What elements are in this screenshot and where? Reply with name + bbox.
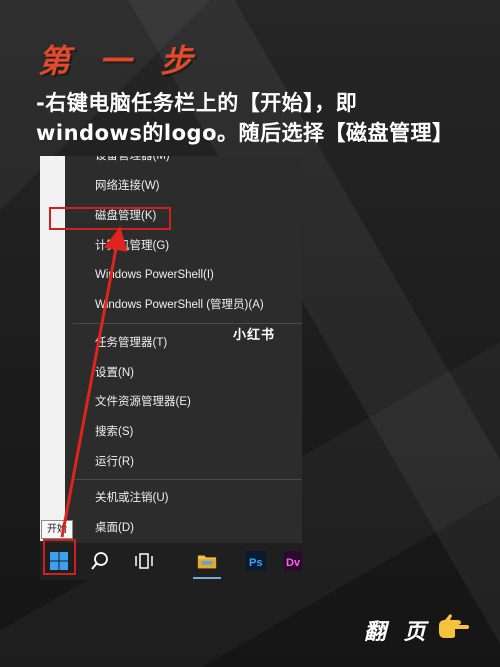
dreamweaver-icon[interactable]: Dv bbox=[284, 551, 302, 571]
menu-item-run[interactable]: 运行(R) bbox=[95, 451, 134, 473]
photoshop-icon[interactable]: Ps bbox=[246, 551, 266, 571]
menu-item-shutdown[interactable]: 关机或注销(U) bbox=[95, 487, 168, 509]
svg-text:Dv: Dv bbox=[286, 557, 301, 569]
menu-item-device-manager[interactable]: 设备管理器(M) bbox=[95, 156, 170, 167]
task-view-icon[interactable] bbox=[134, 551, 154, 571]
active-app-indicator bbox=[193, 577, 221, 579]
menu-item-computer-management[interactable]: 计算机管理(G) bbox=[95, 235, 169, 257]
menu-item-file-explorer[interactable]: 文件资源管理器(E) bbox=[95, 391, 191, 413]
menu-item-network-connections[interactable]: 网络连接(W) bbox=[95, 175, 160, 197]
taskbar: Ps Dv bbox=[40, 543, 302, 580]
start-button-highlight bbox=[43, 539, 76, 575]
menu-item-settings[interactable]: 设置(N) bbox=[95, 362, 134, 384]
menu-item-powershell[interactable]: Windows PowerShell(I) bbox=[95, 264, 214, 286]
file-explorer-icon[interactable] bbox=[197, 551, 217, 571]
start-tooltip: 开始 bbox=[41, 520, 73, 539]
menu-item-powershell-admin[interactable]: Windows PowerShell (管理员)(A) bbox=[95, 294, 264, 316]
svg-text:Ps: Ps bbox=[249, 557, 262, 569]
menu-item-task-manager[interactable]: 任务管理器(T) bbox=[95, 332, 167, 354]
instruction-text: -右键电脑任务栏上的【开始】，即 windows的logo。随后选择【磁盘管理】 bbox=[36, 88, 466, 148]
menu-item-search[interactable]: 搜索(S) bbox=[95, 421, 133, 443]
instruction-line-1: -右键电脑任务栏上的【开始】，即 bbox=[36, 91, 358, 115]
step-title: 第 一 步 bbox=[38, 42, 202, 80]
search-icon[interactable] bbox=[90, 551, 110, 571]
watermark: 小红书 bbox=[233, 328, 276, 343]
next-page-label: 翻 页 bbox=[364, 620, 431, 645]
menu-item-desktop[interactable]: 桌面(D) bbox=[95, 517, 134, 539]
instruction-line-2: windows的logo。随后选择【磁盘管理】 bbox=[36, 121, 454, 145]
disk-management-highlight bbox=[49, 207, 171, 230]
menu-separator bbox=[73, 479, 302, 480]
pointing-hand-icon bbox=[439, 614, 469, 638]
